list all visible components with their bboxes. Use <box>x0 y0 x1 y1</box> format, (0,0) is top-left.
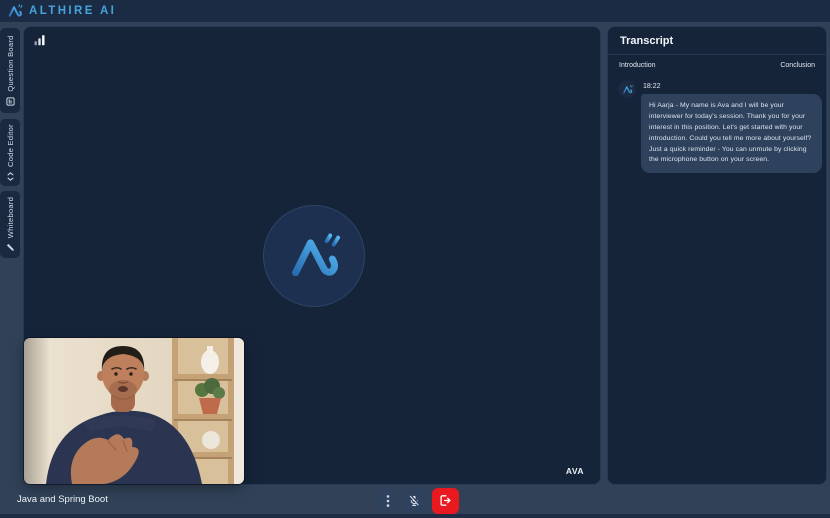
signal-bars-icon <box>34 33 46 51</box>
sidebar-item-code-editor[interactable]: Code Editor <box>0 119 20 186</box>
transcript-message: 18:22 Hi Aarja - My name is Ava and I wi… <box>608 72 826 174</box>
sidebar-item-question-board[interactable]: Question Board <box>0 28 20 113</box>
althire-logo-icon <box>286 228 342 284</box>
speaker-name-label: AVA <box>565 466 584 476</box>
althire-logo-icon <box>622 84 633 95</box>
mic-off-icon <box>407 494 421 508</box>
ai-avatar <box>618 80 636 98</box>
transcript-panel: Transcript Introduction Conclusion 18:22… <box>607 26 827 485</box>
self-video-tile[interactable] <box>24 338 244 484</box>
kebab-menu-icon <box>382 494 394 508</box>
section-label-conclusion: Conclusion <box>780 62 815 69</box>
call-controls <box>379 487 459 514</box>
sidebar-item-label: Question Board <box>5 35 15 92</box>
section-label-introduction: Introduction <box>619 62 656 69</box>
microphone-toggle-button[interactable] <box>402 488 426 513</box>
leave-call-button[interactable] <box>432 487 459 514</box>
more-options-button[interactable] <box>379 488 396 513</box>
transcript-section-row: Introduction Conclusion <box>608 55 826 72</box>
pen-icon <box>6 243 15 252</box>
message-bubble: Hi Aarja - My name is Ava and I will be … <box>641 94 822 174</box>
session-title: Java and Spring Boot <box>17 494 108 505</box>
sidebar-item-whiteboard[interactable]: Whiteboard <box>0 191 20 258</box>
ai-interviewer-avatar <box>263 205 365 307</box>
leave-call-icon <box>438 493 453 508</box>
app-header: ALTHIRE AI <box>0 0 830 22</box>
message-timestamp: 18:22 <box>643 83 661 90</box>
interviewer-video-stage: AVA <box>23 26 601 485</box>
brand-wordmark: ALTHIRE AI <box>29 5 117 17</box>
bottom-edge-strip <box>0 514 830 518</box>
code-icon <box>6 172 15 181</box>
althire-logo-icon <box>7 3 23 19</box>
sidebar-item-label: Code Editor <box>5 124 15 167</box>
board-icon <box>5 97 15 106</box>
sidebar-item-label: Whiteboard <box>5 196 15 239</box>
transcript-title: Transcript <box>620 35 674 47</box>
